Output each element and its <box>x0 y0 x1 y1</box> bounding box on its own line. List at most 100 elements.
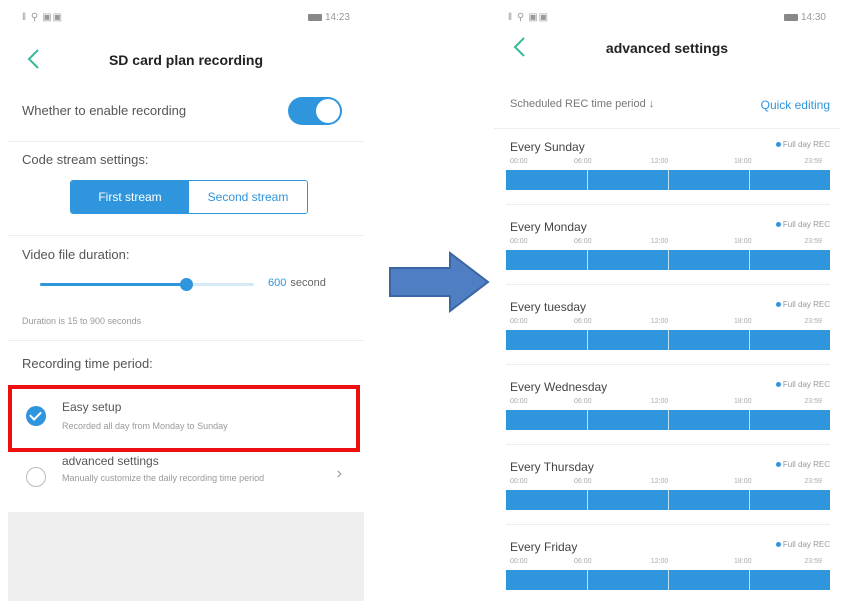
recording-time-bar[interactable] <box>506 490 830 510</box>
video-duration-readout: 600 second <box>268 277 326 289</box>
status-dot-icon <box>775 222 781 228</box>
time-label: 18:00 <box>734 478 752 485</box>
day-name: Every Friday <box>510 540 578 554</box>
full-day-badge: Full day REC <box>775 220 830 229</box>
time-label: 12:00 <box>650 398 669 405</box>
day-name: Every Monday <box>510 220 587 234</box>
divider <box>494 128 840 129</box>
time-label: 18:00 <box>734 238 752 245</box>
time-label: 06:00 <box>574 318 592 325</box>
time-labels: 00:00 06:00 12:00 18:00 23:59 <box>510 158 830 168</box>
full-day-label: Full day REC <box>782 460 830 469</box>
time-labels: 00:00 06:00 12:00 18:00 23:59 <box>510 238 830 248</box>
day-row[interactable]: Every Thursday Full day REC 00:00 06:00 12:0… <box>506 460 830 530</box>
divider <box>8 141 364 142</box>
advanced-settings-description: Manually customize the daily recording t… <box>62 473 265 483</box>
time-label: 12:00 <box>650 238 669 245</box>
time-labels: 00:00 06:00 12:00 18:00 23:59 <box>510 558 830 568</box>
time-label: 06:00 <box>574 478 592 485</box>
nav-bar: advanced settings <box>494 22 840 74</box>
status-dot-icon <box>775 462 781 468</box>
page-title: advanced settings <box>605 40 729 56</box>
bar-tick <box>749 250 750 270</box>
battery-icon <box>783 13 798 21</box>
empty-area <box>8 512 364 601</box>
bar-tick <box>668 490 669 510</box>
full-day-label: Full day REC <box>782 140 830 149</box>
toggle-knob <box>316 99 340 123</box>
video-duration-slider[interactable] <box>40 278 254 291</box>
time-label: 00:00 <box>510 318 528 325</box>
status-signal-indicators: ‖ ⚲ ▣▣ <box>22 12 64 23</box>
recording-time-bar[interactable] <box>506 410 830 430</box>
day-row[interactable]: Every tuesday Full day REC 00:00 06:00 12:00… <box>506 300 830 370</box>
bar-tick <box>668 330 669 350</box>
nav-bar: SD card plan recording <box>8 34 364 86</box>
second-stream-button[interactable]: Second stream <box>189 181 307 213</box>
first-stream-button[interactable]: First stream <box>71 181 189 213</box>
battery-icon <box>307 13 322 21</box>
time-label: 12:00 <box>650 158 669 165</box>
recording-time-bar[interactable] <box>506 170 830 190</box>
video-duration-label: Video file duration: <box>22 247 130 262</box>
time-label: 06:00 <box>574 558 592 565</box>
status-dot-icon <box>775 302 781 308</box>
advanced-settings-title: advanced settings <box>62 454 159 468</box>
bar-tick <box>587 410 588 430</box>
day-name: Every Thursday <box>510 460 594 474</box>
bar-tick <box>749 330 750 350</box>
time-labels: 00:00 06:00 12:00 18:00 23:59 <box>510 478 830 488</box>
code-stream-label: Code stream settings: <box>22 152 149 167</box>
recording-time-bar[interactable] <box>506 250 830 270</box>
day-row[interactable]: Every Friday Full day REC 00:00 06:00 12:00 1… <box>506 540 830 601</box>
full-day-badge: Full day REC <box>775 460 830 469</box>
time-label: 23:59 <box>804 558 822 565</box>
time-label: 18:00 <box>734 318 752 325</box>
status-bar: ‖ ⚲ ▣▣ 14:23 <box>8 0 364 34</box>
time-label: 18:00 <box>734 558 752 565</box>
time-label: 23:59 <box>804 158 822 165</box>
bar-tick <box>668 170 669 190</box>
day-name: Every tuesday <box>510 300 587 314</box>
recording-time-bar[interactable] <box>506 570 830 590</box>
status-right: 14:23 <box>305 12 350 23</box>
advanced-settings-option[interactable]: advanced settings Manually customize the… <box>8 452 364 510</box>
divider <box>8 235 364 236</box>
full-day-label: Full day REC <box>782 220 830 229</box>
full-day-label: Full day REC <box>782 540 830 549</box>
quick-editing-link[interactable]: Quick editing <box>761 98 830 112</box>
recording-time-bar[interactable] <box>506 330 830 350</box>
status-dot-icon <box>775 142 781 148</box>
time-label: 00:00 <box>510 478 528 485</box>
bar-tick <box>668 410 669 430</box>
full-day-badge: Full day REC <box>775 540 830 549</box>
time-label: 12:00 <box>650 318 669 325</box>
day-row[interactable]: Every Monday Full day REC 00:00 06:00 12:00 1… <box>506 220 830 290</box>
time-label: 18:00 <box>734 398 752 405</box>
status-dot-icon <box>775 542 781 548</box>
slider-fill <box>40 283 186 286</box>
time-label: 23:59 <box>804 478 822 485</box>
bar-tick <box>749 570 750 590</box>
day-row[interactable]: Every Sunday Full day REC 00:00 06:00 12:00 1… <box>506 140 830 210</box>
video-duration-unit: second <box>290 277 326 289</box>
schedule-header: Scheduled REC time period ↓ Quick editin… <box>510 98 830 114</box>
bar-tick <box>587 330 588 350</box>
enable-recording-toggle[interactable] <box>288 97 342 125</box>
status-time: 14:23 <box>324 12 350 23</box>
bar-tick <box>749 410 750 430</box>
time-label: 23:59 <box>804 318 822 325</box>
recording-period-label: Recording time period: <box>22 356 153 371</box>
time-labels: 00:00 06:00 12:00 18:00 23:59 <box>510 318 830 328</box>
bar-tick <box>668 250 669 270</box>
time-label: 00:00 <box>510 558 528 565</box>
bar-tick <box>668 570 669 590</box>
bar-tick <box>749 170 750 190</box>
slider-thumb[interactable] <box>179 278 193 291</box>
scheduled-period-label: Scheduled REC time period ↓ <box>510 98 655 110</box>
video-duration-value: 600 <box>268 277 287 289</box>
time-label: 12:00 <box>650 558 669 565</box>
day-row[interactable]: Every Wednesday Full day REC 00:00 06:00 12:… <box>506 380 830 450</box>
time-label: 23:59 <box>804 238 822 245</box>
day-name: Every Sunday <box>510 140 585 154</box>
